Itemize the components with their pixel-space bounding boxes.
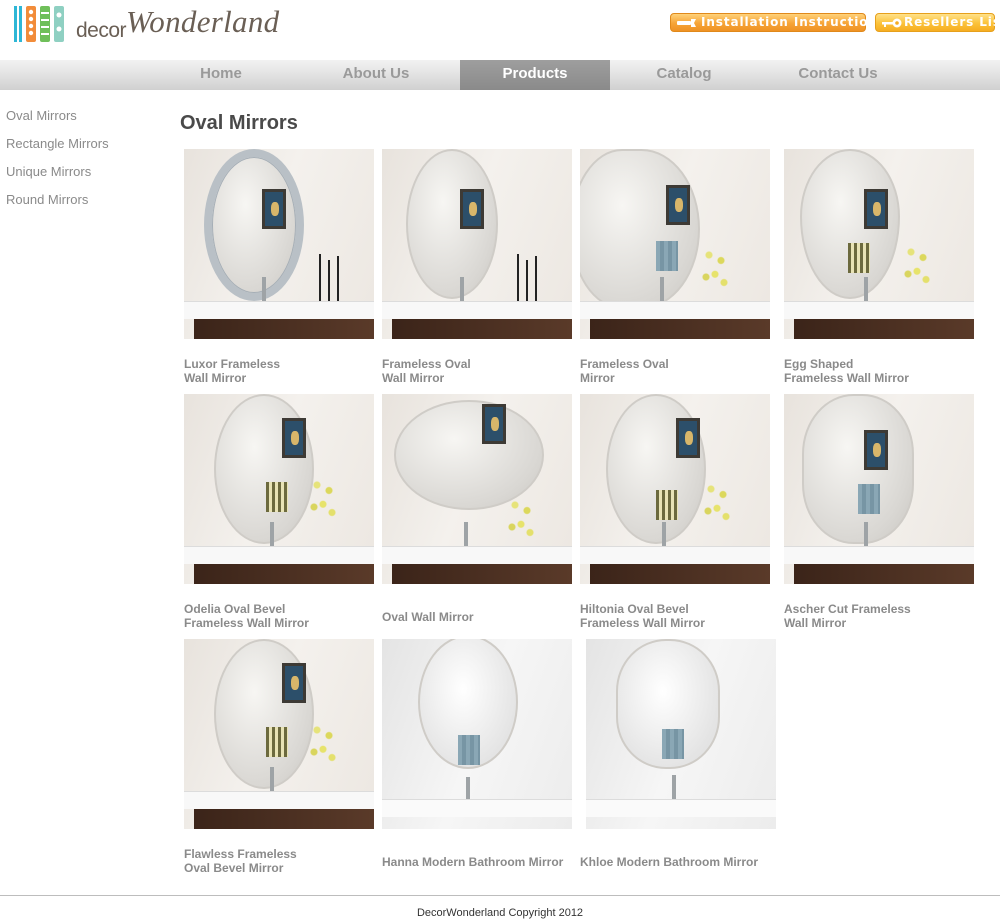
product-card[interactable]: Ascher Cut Frameless Wall Mirror	[784, 394, 976, 630]
product-card[interactable]: Khloe Modern Bathroom Mirror	[580, 639, 776, 869]
product-image[interactable]	[580, 394, 770, 584]
product-card[interactable]: Oval Wall Mirror	[382, 394, 574, 624]
product-image[interactable]	[184, 639, 374, 829]
product-image[interactable]	[382, 394, 572, 584]
installation-instructions-button[interactable]: Installation Instructions	[670, 13, 885, 32]
product-card[interactable]: Hiltonia Oval Bevel Frameless Wall Mirror	[580, 394, 772, 630]
footer-copyright: DecorWonderland Copyright 2012	[416, 907, 584, 919]
product-name[interactable]: Flawless Frameless Oval Bevel Mirror	[184, 847, 384, 875]
product-image[interactable]	[382, 149, 572, 339]
logo-stripes-icon	[14, 6, 64, 42]
footer-divider	[0, 895, 1000, 896]
product-card[interactable]: Odelia Oval Bevel Frameless Wall Mirror	[184, 394, 376, 630]
nav-contact-us[interactable]: Contact Us	[763, 60, 913, 90]
product-image[interactable]	[784, 149, 974, 339]
product-card[interactable]: Egg Shaped Frameless Wall Mirror	[784, 149, 976, 385]
product-name[interactable]: Hanna Modern Bathroom Mirror	[382, 855, 582, 869]
sidebar-item-unique-mirrors[interactable]: Unique Mirrors	[6, 163, 166, 191]
installation-instructions-label: Installation Instructions	[701, 15, 886, 29]
nav-catalog[interactable]: Catalog	[609, 60, 759, 90]
product-name[interactable]: Frameless Oval Wall Mirror	[382, 357, 582, 385]
product-name[interactable]: Frameless Oval Mirror	[580, 357, 780, 385]
product-name[interactable]: Hiltonia Oval Bevel Frameless Wall Mirror	[580, 602, 780, 630]
product-image[interactable]	[184, 394, 374, 584]
logo-prefix: decor	[76, 19, 127, 42]
nav-products[interactable]: Products	[460, 60, 610, 90]
logo-name: Wonderland	[126, 4, 280, 39]
product-name[interactable]: Egg Shaped Frameless Wall Mirror	[784, 357, 984, 385]
resellers-list-button[interactable]: Resellers List	[875, 13, 1000, 32]
product-card[interactable]: Luxor Frameless Wall Mirror	[184, 149, 376, 385]
nav-home[interactable]: Home	[146, 60, 296, 90]
product-image[interactable]	[586, 639, 776, 829]
product-card[interactable]: Frameless Oval Wall Mirror	[382, 149, 574, 385]
nav-about-us[interactable]: About Us	[301, 60, 451, 90]
product-name[interactable]: Luxor Frameless Wall Mirror	[184, 357, 384, 385]
sidebar-item-round-mirrors[interactable]: Round Mirrors	[6, 191, 166, 219]
page-title: Oval Mirrors	[180, 112, 298, 134]
main-nav: Home About Us Products Catalog Contact U…	[0, 60, 1000, 90]
key-icon	[882, 18, 902, 28]
resellers-list-label: Resellers List	[904, 15, 1000, 29]
site-logo[interactable]: decorWonderland	[12, 2, 287, 46]
product-name[interactable]: Khloe Modern Bathroom Mirror	[580, 855, 780, 869]
wrench-icon	[677, 19, 696, 27]
product-image[interactable]	[580, 149, 770, 339]
product-card[interactable]: Frameless Oval Mirror	[580, 149, 772, 385]
product-image[interactable]	[784, 394, 974, 584]
product-name[interactable]: Odelia Oval Bevel Frameless Wall Mirror	[184, 602, 384, 630]
product-image[interactable]	[184, 149, 374, 339]
product-name[interactable]: Ascher Cut Frameless Wall Mirror	[784, 602, 984, 630]
product-name[interactable]: Oval Wall Mirror	[382, 610, 582, 624]
product-card[interactable]: Flawless Frameless Oval Bevel Mirror	[184, 639, 376, 875]
site-header: decorWonderland Installation Instruction…	[0, 0, 1000, 60]
sidebar-item-oval-mirrors[interactable]: Oval Mirrors	[6, 107, 166, 135]
product-image[interactable]	[382, 639, 572, 829]
product-card[interactable]: Hanna Modern Bathroom Mirror	[382, 639, 574, 869]
category-sidebar: Oval Mirrors Rectangle Mirrors Unique Mi…	[6, 107, 166, 219]
logo-wordmark: decorWonderland	[76, 4, 280, 42]
sidebar-item-rectangle-mirrors[interactable]: Rectangle Mirrors	[6, 135, 166, 163]
